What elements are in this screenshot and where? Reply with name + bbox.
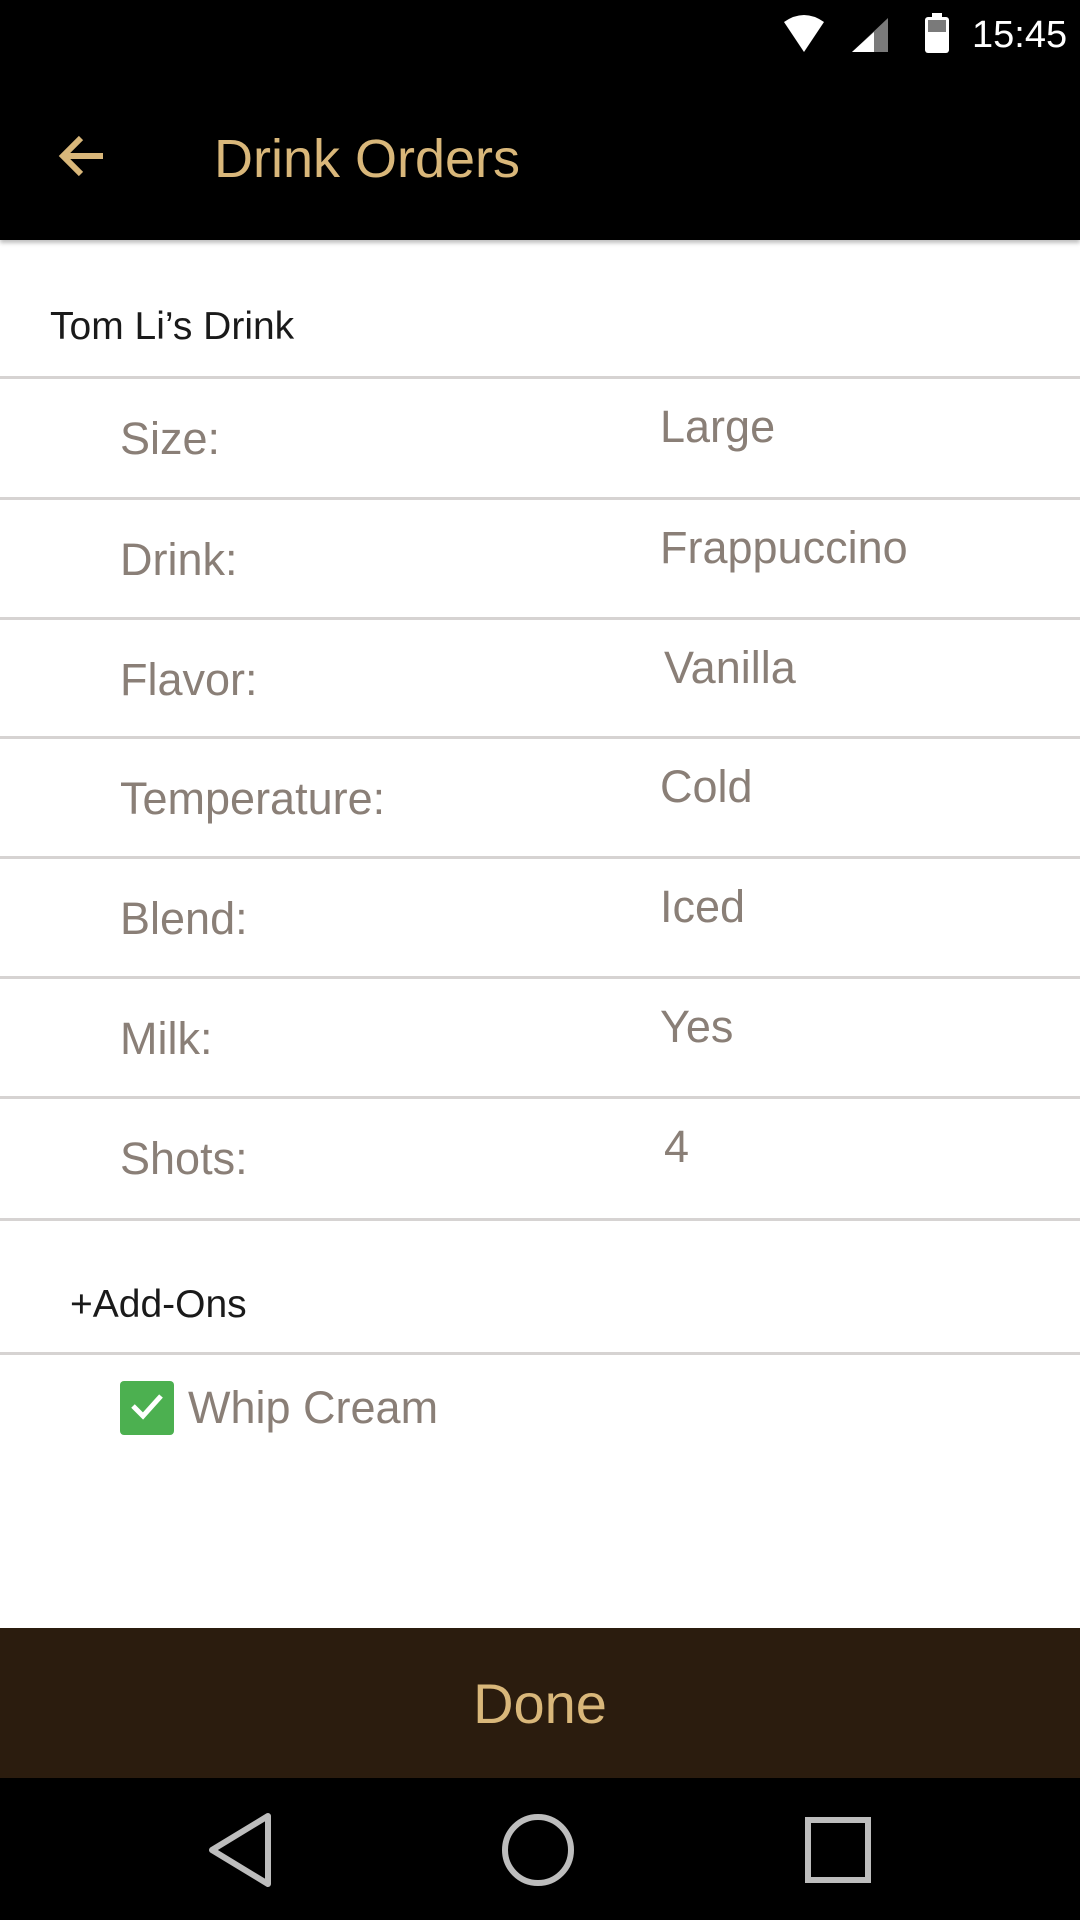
row-label: Drink: xyxy=(120,534,238,585)
back-button[interactable] xyxy=(40,124,124,192)
row-label: Temperature: xyxy=(120,773,386,824)
nav-home-button[interactable] xyxy=(490,1804,586,1900)
row-label: Flavor: xyxy=(120,654,258,705)
battery-icon xyxy=(924,13,950,53)
addon-label: Whip Cream xyxy=(188,1382,439,1433)
order-details: Tom Li’s Drink Size: Large Drink: Frappu… xyxy=(0,240,1080,1628)
done-button[interactable]: Done xyxy=(0,1628,1080,1778)
arrow-back-icon xyxy=(55,129,109,188)
nav-home-icon xyxy=(500,1812,576,1893)
row-label: Milk: xyxy=(120,1013,213,1064)
nav-recents-icon xyxy=(803,1815,873,1890)
app-bar: Drink Orders xyxy=(0,72,1080,240)
detail-row-shots: Shots: 4 xyxy=(0,1099,1080,1215)
page-title: Drink Orders xyxy=(214,129,521,189)
addon-item-whip-cream[interactable]: Whip Cream xyxy=(120,1378,438,1438)
row-value: Yes xyxy=(660,1001,734,1052)
row-value: Vanilla xyxy=(664,642,796,693)
detail-row-temperature: Temperature: Cold xyxy=(0,739,1080,855)
row-value: 4 xyxy=(664,1121,690,1172)
cell-signal-icon xyxy=(850,16,890,54)
row-value: Large xyxy=(660,401,776,452)
row-value: Iced xyxy=(660,881,746,932)
status-bar: 15:45 xyxy=(0,0,1080,72)
whip-cream-checkbox[interactable] xyxy=(120,1381,174,1435)
nav-back-button[interactable] xyxy=(192,1804,288,1900)
order-title: Tom Li’s Drink xyxy=(50,305,295,348)
row-label: Size: xyxy=(120,413,221,464)
app-root: 15:45 Drink Orders Tom Li’s Drink Size: … xyxy=(0,0,1080,1920)
status-time: 15:45 xyxy=(972,14,1068,56)
done-label: Done xyxy=(473,1671,607,1735)
addons-header[interactable]: +Add-Ons xyxy=(70,1280,247,1330)
divider xyxy=(0,1218,1080,1221)
row-value: Cold xyxy=(660,761,753,812)
detail-row-flavor: Flavor: Vanilla xyxy=(0,620,1080,736)
nav-recents-button[interactable] xyxy=(790,1804,886,1900)
check-icon xyxy=(127,1386,167,1431)
wifi-icon xyxy=(782,14,826,54)
detail-row-milk: Milk: Yes xyxy=(0,979,1080,1095)
divider xyxy=(0,1352,1080,1355)
row-value: Frappuccino xyxy=(660,522,908,573)
detail-row-drink: Drink: Frappuccino xyxy=(0,500,1080,616)
detail-row-blend: Blend: Iced xyxy=(0,859,1080,975)
detail-row-size: Size: Large xyxy=(0,379,1080,495)
row-label: Shots: xyxy=(120,1133,248,1184)
nav-back-icon xyxy=(204,1810,276,1895)
system-nav-bar xyxy=(0,1778,1080,1920)
row-label: Blend: xyxy=(120,893,248,944)
